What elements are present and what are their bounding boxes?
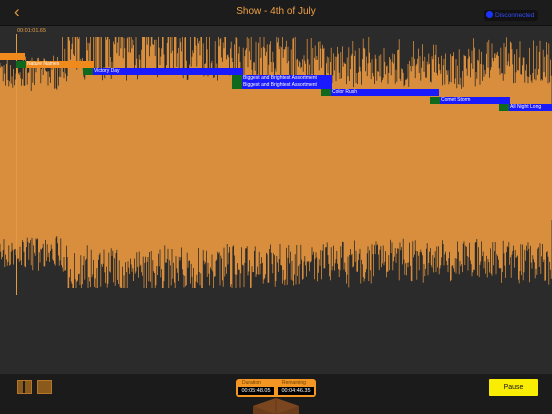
pause-icon[interactable] [17,380,32,394]
duration-label: Duration [242,380,261,386]
cue-handle[interactable] [83,68,93,75]
playhead-timecode: 00:01:01.65 [17,28,47,34]
cue-bar[interactable]: Victory Day [83,68,243,75]
cue-label: Color Rush [332,89,358,95]
cue-bar[interactable]: Color Rush [321,89,439,96]
cue-label: Biggest and Brightest Assortment [243,75,317,81]
cue-handle[interactable] [232,82,242,89]
playhead[interactable] [16,34,17,295]
cue-handle[interactable] [232,75,242,82]
cue-handle[interactable] [430,97,440,104]
connection-status-label: Disconnected [495,12,535,19]
duration-value: 00:05:48.05 [238,387,274,395]
cue-label: Comet Storm [441,97,471,103]
cue-label: All Night Long [510,104,542,110]
pause-button[interactable]: Pause [489,379,538,396]
time-display: Duration Remaining 00:05:48.05 00:04:46.… [236,379,316,397]
cue-handle[interactable] [499,104,509,111]
cue-label: Victory Day [94,68,120,74]
page-title: Show - 4th of July [236,6,316,17]
remaining-value: 00:04:46.35 [278,387,314,395]
connection-status-button[interactable]: Disconnected [484,10,538,21]
device-box-icon [253,398,299,414]
top-bar: ‹ Show - 4th of July Disconnected [0,0,552,26]
remaining-label: Remaining [282,380,306,386]
cue-label: Biggest and Brightest Assortment [243,82,317,88]
cue-handle[interactable] [16,61,26,68]
cue-bar[interactable]: Biggest and Brightest Assortment [232,82,332,89]
status-dot-icon [486,11,493,18]
cue-label: Nature Names [27,61,60,67]
stop-icon[interactable] [37,380,52,394]
cue-bar[interactable]: Nature Names [16,61,94,68]
cue-bar[interactable] [0,53,25,60]
cue-bar[interactable]: Biggest and Brightest Assortment [232,75,332,82]
cue-bar[interactable]: Comet Storm [430,97,510,104]
cue-bar[interactable]: All Night Long [499,104,552,111]
cue-handle[interactable] [321,89,331,96]
